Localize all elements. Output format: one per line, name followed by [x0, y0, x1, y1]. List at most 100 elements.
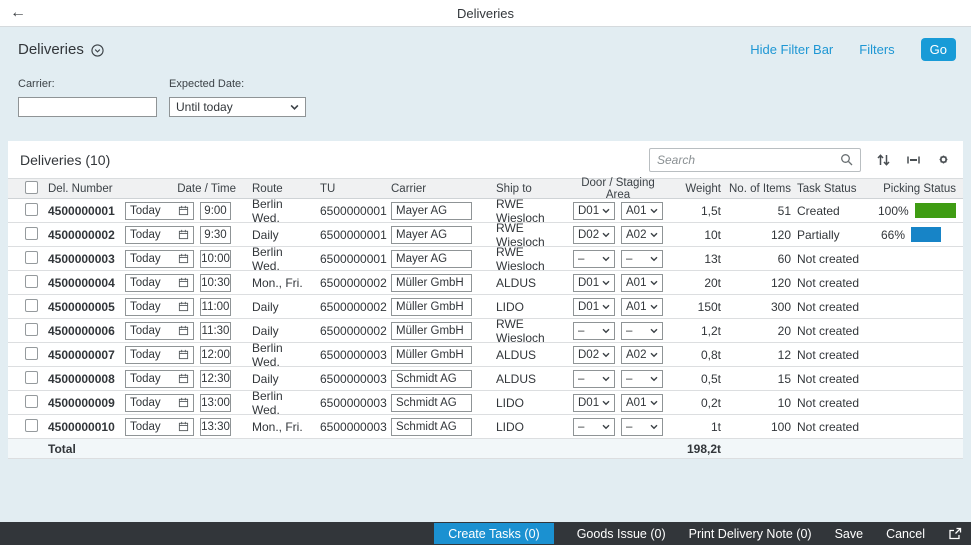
settings-gear-icon[interactable] [936, 152, 951, 167]
carrier-filter-input[interactable] [18, 97, 157, 117]
time-input[interactable]: 13:30 [200, 417, 231, 436]
date-input[interactable]: Today [125, 393, 194, 412]
carrier-input[interactable]: Mayer AG [391, 249, 472, 268]
sort-icon[interactable] [876, 153, 891, 167]
date-input[interactable]: Today [125, 249, 194, 268]
create-tasks-button[interactable]: Create Tasks (0) [434, 523, 554, 544]
picking-progress-bar [911, 227, 956, 242]
staging-area-select[interactable]: – [621, 249, 663, 268]
chevron-down-icon [650, 208, 658, 213]
col-ship-to[interactable]: Ship to [493, 183, 568, 195]
time-input[interactable]: 10:30 [200, 273, 231, 292]
date-input[interactable]: Today [125, 345, 194, 364]
date-input[interactable]: Today [125, 225, 194, 244]
time-input[interactable]: 12:30 [200, 369, 231, 388]
staging-area-select[interactable]: A01 [621, 201, 663, 220]
col-weight[interactable]: Weight [668, 183, 723, 195]
staging-area-select[interactable]: A01 [621, 273, 663, 292]
col-date-time[interactable]: Date / Time [113, 183, 240, 195]
table-row: 4500000005 Today 11:00 Daily 6500000002 Mülle… [8, 295, 963, 319]
picking-progress-bar [914, 203, 956, 218]
back-arrow-icon[interactable]: ← [10, 5, 26, 21]
date-input[interactable]: Today [125, 417, 194, 436]
column-width-icon[interactable] [906, 153, 921, 167]
door-select[interactable]: – [573, 249, 615, 268]
col-del-number[interactable]: Del. Number [40, 183, 113, 195]
chevron-down-circle-icon[interactable] [91, 44, 104, 57]
row-checkbox[interactable] [25, 418, 38, 432]
row-checkbox[interactable] [25, 322, 38, 336]
row-checkbox[interactable] [25, 274, 38, 288]
door-select[interactable]: D01 [573, 393, 615, 412]
door-select[interactable]: D01 [573, 273, 615, 292]
staging-area-select[interactable]: – [621, 369, 663, 388]
door-select[interactable]: – [573, 321, 615, 340]
cancel-button[interactable]: Cancel [886, 527, 925, 541]
filters-link[interactable]: Filters [859, 42, 894, 57]
time-input[interactable]: 11:30 [200, 321, 231, 340]
door-select[interactable]: D02 [573, 345, 615, 364]
row-checkbox[interactable] [25, 394, 38, 408]
time-input[interactable]: 11:00 [200, 297, 231, 316]
print-delivery-note-button[interactable]: Print Delivery Note (0) [689, 527, 812, 541]
carrier-input[interactable]: Müller GmbH [391, 273, 472, 292]
row-checkbox[interactable] [25, 202, 38, 216]
chevron-down-icon [602, 304, 610, 309]
col-task-status[interactable]: Task Status [793, 183, 878, 195]
carrier-input[interactable]: Mayer AG [391, 201, 472, 220]
col-tu[interactable]: TU [313, 183, 386, 195]
date-input[interactable]: Today [125, 201, 194, 220]
date-input[interactable]: Today [125, 321, 194, 340]
staging-area-select[interactable]: A01 [621, 297, 663, 316]
time-input[interactable]: 9:00 [200, 201, 231, 220]
date-input[interactable]: Today [125, 297, 194, 316]
door-select[interactable]: – [573, 369, 615, 388]
goods-issue-button[interactable]: Goods Issue (0) [577, 527, 666, 541]
row-checkbox[interactable] [25, 250, 38, 264]
search-icon[interactable] [840, 153, 853, 166]
time-input[interactable]: 12:00 [200, 345, 231, 364]
col-carrier[interactable]: Carrier [386, 183, 493, 195]
col-route[interactable]: Route [240, 183, 313, 195]
weight: 1,2t [700, 323, 721, 338]
col-picking-status[interactable]: Picking Status [878, 183, 963, 195]
carrier-input[interactable]: Schmidt AG [391, 369, 472, 388]
variant-title-label: Deliveries [18, 41, 84, 58]
variant-title[interactable]: Deliveries [18, 41, 104, 58]
date-input[interactable]: Today [125, 273, 194, 292]
share-icon[interactable] [948, 527, 962, 540]
staging-area-select[interactable]: – [621, 417, 663, 436]
staging-area-select[interactable]: A02 [621, 225, 663, 244]
door-select[interactable]: – [573, 417, 615, 436]
save-button[interactable]: Save [835, 527, 864, 541]
row-checkbox[interactable] [25, 346, 38, 360]
hide-filter-bar-link[interactable]: Hide Filter Bar [750, 42, 833, 57]
carrier-input[interactable]: Müller GmbH [391, 345, 472, 364]
col-no-of-items[interactable]: No. of Items [723, 183, 793, 195]
select-all-checkbox[interactable] [25, 180, 38, 194]
door-select[interactable]: D01 [573, 201, 615, 220]
carrier-input[interactable]: Schmidt AG [391, 417, 472, 436]
row-checkbox[interactable] [25, 298, 38, 312]
go-button[interactable]: Go [920, 38, 956, 61]
time-input[interactable]: 13:00 [200, 393, 231, 412]
staging-area-select[interactable]: A01 [621, 393, 663, 412]
staging-area-select[interactable]: – [621, 321, 663, 340]
date-input[interactable]: Today [125, 369, 194, 388]
time-input[interactable]: 9:30 [200, 225, 231, 244]
expected-date-select[interactable]: Until today [169, 97, 306, 117]
weight: 1,5t [700, 203, 721, 218]
carrier-input[interactable]: Mayer AG [391, 225, 472, 244]
carrier-input[interactable]: Schmidt AG [391, 393, 472, 412]
staging-area-select[interactable]: A02 [621, 345, 663, 364]
carrier-input[interactable]: Müller GmbH [391, 321, 472, 340]
col-door-staging-area[interactable]: Door / Staging Area [568, 177, 668, 201]
row-checkbox[interactable] [25, 226, 38, 240]
door-select[interactable]: D01 [573, 297, 615, 316]
door-select[interactable]: D02 [573, 225, 615, 244]
row-checkbox[interactable] [25, 370, 38, 384]
search-input[interactable] [657, 152, 840, 167]
carrier-input[interactable]: Müller GmbH [391, 297, 472, 316]
time-input[interactable]: 10:00 [200, 249, 231, 268]
search-box[interactable] [649, 147, 861, 172]
